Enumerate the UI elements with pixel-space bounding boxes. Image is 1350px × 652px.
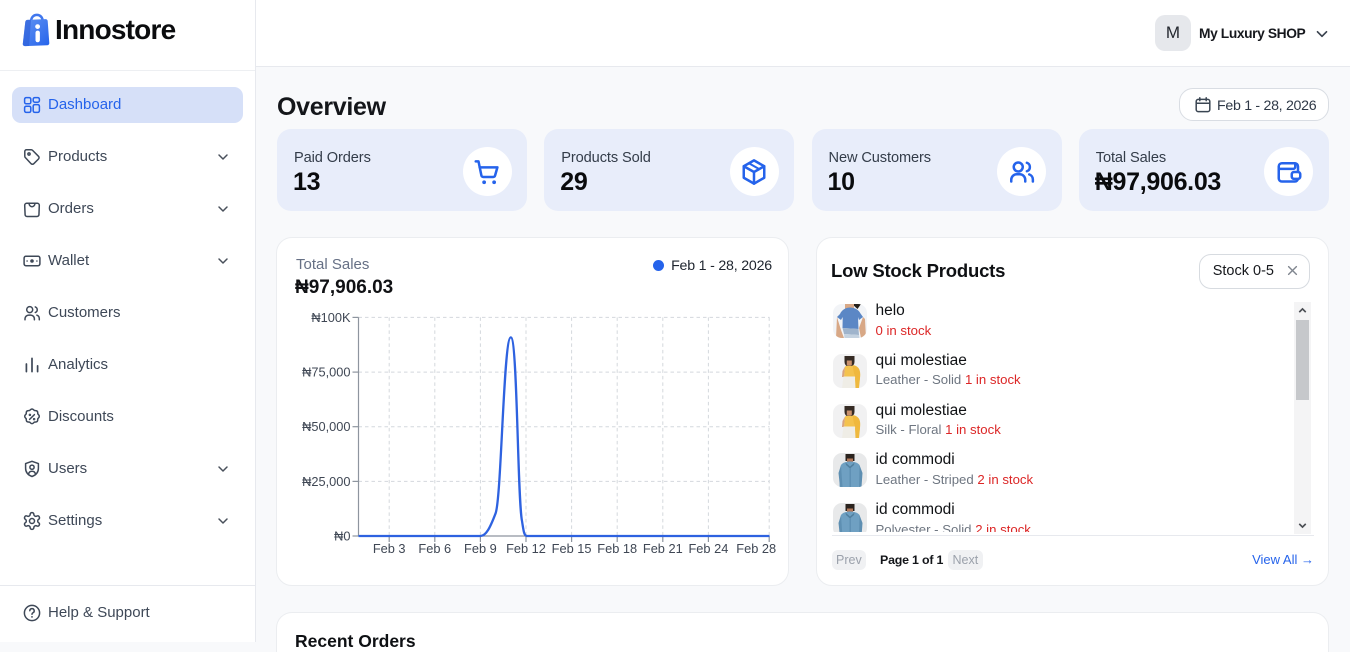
svg-text:Feb 18: Feb 18: [597, 541, 637, 556]
svg-text:Feb 15: Feb 15: [552, 541, 592, 556]
svg-text:Feb 24: Feb 24: [688, 541, 728, 556]
svg-text:Feb 6: Feb 6: [418, 541, 451, 556]
svg-text:₦50,000: ₦50,000: [302, 419, 350, 434]
svg-text:Feb 21: Feb 21: [643, 541, 683, 556]
svg-text:₦100K: ₦100K: [311, 310, 351, 325]
svg-text:Feb 28: Feb 28: [736, 541, 776, 556]
svg-text:₦75,000: ₦75,000: [302, 365, 350, 380]
svg-text:₦0: ₦0: [334, 529, 350, 544]
svg-text:Feb 12: Feb 12: [506, 541, 546, 556]
svg-text:Feb 3: Feb 3: [373, 541, 406, 556]
svg-text:₦25,000: ₦25,000: [302, 474, 350, 489]
svg-text:Feb 9: Feb 9: [464, 541, 497, 556]
